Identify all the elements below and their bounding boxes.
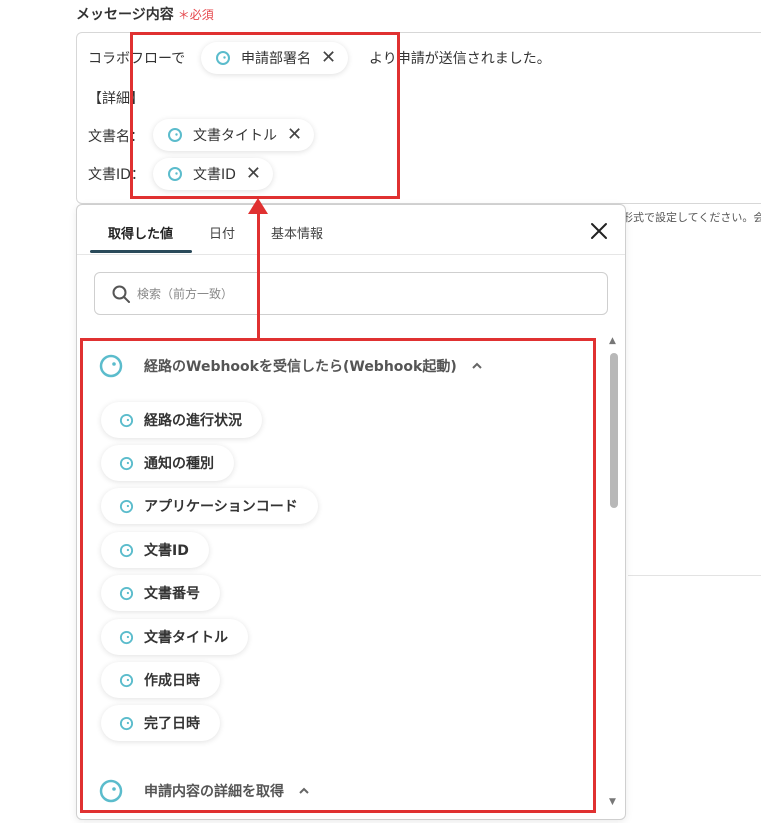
value-item-label: 文書タイトル xyxy=(144,630,228,646)
value-item[interactable]: 文書タイトル xyxy=(101,619,248,655)
message-line-4-label: 文書ID： xyxy=(88,167,145,183)
picker-tabs: 取得した値 日付 基本情報 xyxy=(77,205,625,255)
required-mark: ＊必須 xyxy=(177,8,214,22)
annotation-arrow-head xyxy=(248,198,268,214)
scrollbar-thumb[interactable] xyxy=(610,353,618,508)
section-divider xyxy=(628,575,761,576)
value-icon xyxy=(119,673,134,687)
value-item-label: 作成日時 xyxy=(144,673,200,689)
message-line-1-suffix: より申請が送信されました。 xyxy=(369,51,551,67)
field-label-text: メッセージ内容 xyxy=(76,7,174,23)
value-item[interactable]: 文書ID xyxy=(101,532,209,568)
remove-token-icon[interactable]: ✕ xyxy=(321,49,336,67)
value-item[interactable]: 文書番号 xyxy=(101,575,220,611)
value-icon xyxy=(216,51,230,65)
token-label: 文書タイトル xyxy=(193,128,277,144)
scroll-down-arrow-icon[interactable]: ▼ xyxy=(609,798,616,807)
tab-basic-info[interactable]: 基本情報 xyxy=(271,223,323,242)
value-icon xyxy=(119,543,134,557)
group-webhook-trigger[interactable]: 経路のWebhookを受信したら(Webhook起動) xyxy=(98,353,483,379)
chevron-up-icon[interactable] xyxy=(298,785,310,797)
scroll-up-arrow-icon[interactable]: ▲ xyxy=(609,337,616,346)
value-item[interactable]: アプリケーションコード xyxy=(101,488,318,524)
group-title: 申請内容の詳細を取得 xyxy=(144,784,284,800)
remove-token-icon[interactable]: ✕ xyxy=(287,126,302,144)
token-department-name[interactable]: 申請部署名 ✕ xyxy=(201,42,349,74)
group-request-details[interactable]: 申請内容の詳細を取得 xyxy=(98,778,310,804)
value-icon xyxy=(119,413,134,427)
value-icon xyxy=(119,630,134,644)
token-document-title[interactable]: 文書タイトル ✕ xyxy=(153,119,315,151)
app-icon xyxy=(99,779,123,803)
value-icon xyxy=(119,456,134,470)
value-icon xyxy=(119,586,134,600)
search-icon xyxy=(112,285,130,303)
value-item[interactable]: 通知の種別 xyxy=(101,445,234,481)
group-title: 経路のWebhookを受信したら(Webhook起動) xyxy=(144,359,457,375)
format-hint-text: 形式で設定してください。会 xyxy=(622,211,761,224)
chevron-up-icon[interactable] xyxy=(471,360,483,372)
value-picker-panel: 取得した値 日付 基本情報 経路のWebhookを受信したら(Webhook起動… xyxy=(76,204,626,820)
token-label: 文書ID xyxy=(193,167,236,183)
search-input[interactable] xyxy=(137,286,557,301)
value-item[interactable]: 完了日時 xyxy=(101,705,220,741)
message-line-1-prefix: コラボフローで xyxy=(88,51,186,67)
message-content-label: メッセージ内容 ＊必須 xyxy=(76,4,214,24)
panel-scrollbar[interactable]: ▲ ▼ xyxy=(607,337,621,813)
annotation-arrow-shaft xyxy=(257,210,260,340)
value-item-label: 文書ID xyxy=(144,543,189,559)
value-item[interactable]: 経路の進行状況 xyxy=(101,402,262,438)
tab-retrieved-values[interactable]: 取得した値 xyxy=(108,223,173,242)
value-search-box xyxy=(94,272,608,315)
message-line-2: 【詳細】 xyxy=(88,91,144,107)
tab-date[interactable]: 日付 xyxy=(209,223,235,242)
message-line-3-label: 文書名： xyxy=(88,129,144,145)
app-icon xyxy=(99,354,123,378)
value-item-label: 通知の種別 xyxy=(144,456,214,472)
remove-token-icon[interactable]: ✕ xyxy=(246,165,261,183)
value-item-label: アプリケーションコード xyxy=(144,499,298,515)
value-item-label: 完了日時 xyxy=(144,716,200,732)
token-document-id[interactable]: 文書ID ✕ xyxy=(153,158,274,190)
token-label: 申請部署名 xyxy=(241,51,311,67)
value-item-label: 文書番号 xyxy=(144,586,200,602)
value-item-label: 経路の進行状況 xyxy=(144,413,242,429)
value-icon xyxy=(168,167,182,181)
value-icon xyxy=(119,716,134,730)
value-icon xyxy=(119,499,134,513)
close-icon[interactable] xyxy=(589,221,609,241)
value-item[interactable]: 作成日時 xyxy=(101,662,220,698)
active-tab-indicator xyxy=(90,250,192,253)
value-icon xyxy=(168,128,182,142)
